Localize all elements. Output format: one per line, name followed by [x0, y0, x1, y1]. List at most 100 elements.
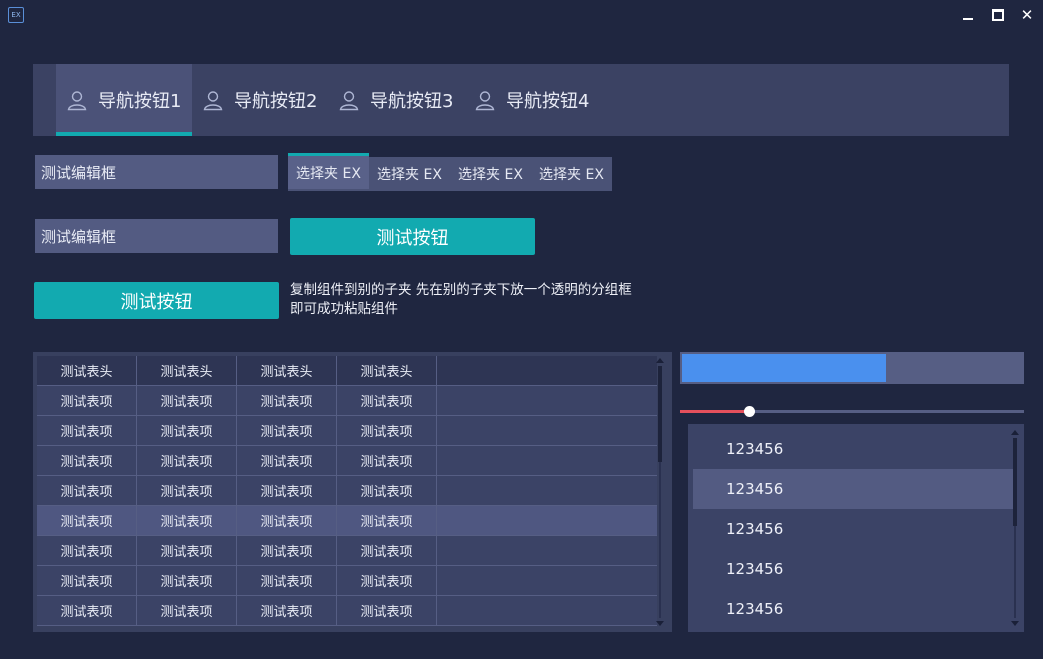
- table-row[interactable]: 测试表项 测试表项 测试表项 测试表项: [37, 536, 657, 566]
- table-cell: 测试表项: [337, 386, 437, 415]
- table-row[interactable]: 测试表项 测试表项 测试表项 测试表项: [37, 596, 657, 626]
- scroll-up-arrow-icon[interactable]: [1011, 430, 1019, 435]
- user-icon: [474, 89, 496, 111]
- table-filler-cell: [437, 386, 657, 415]
- hint-line-1: 复制组件到别的子夹 先在别的子夹下放一个透明的分组框: [290, 282, 632, 298]
- tab-1[interactable]: 选择夹 EX: [288, 153, 369, 189]
- table-cell: 测试表项: [37, 416, 137, 445]
- table-row[interactable]: 测试表项 测试表项 测试表项 测试表项: [37, 416, 657, 446]
- table-cell: 测试表项: [337, 566, 437, 595]
- close-icon[interactable]: ✕: [1018, 6, 1036, 24]
- user-icon: [338, 89, 360, 111]
- table-scrollbar[interactable]: [656, 358, 664, 626]
- table-row[interactable]: 测试表项 测试表项 测试表项 测试表项: [37, 566, 657, 596]
- user-icon: [66, 89, 88, 111]
- list-item[interactable]: 123456: [693, 429, 1016, 469]
- table-header-cell[interactable]: 测试表头: [237, 356, 337, 385]
- tab-3[interactable]: 选择夹 EX: [450, 157, 531, 191]
- scroll-down-arrow-icon[interactable]: [656, 621, 664, 626]
- table-row[interactable]: 测试表项 测试表项 测试表项 测试表项: [37, 506, 657, 536]
- slider[interactable]: [680, 404, 1024, 420]
- table-filler-cell: [437, 596, 657, 625]
- table-header-row[interactable]: 测试表头 测试表头 测试表头 测试表头: [37, 356, 657, 386]
- nav-button-label: 导航按钮4: [506, 91, 590, 112]
- test-list: 123456 123456 123456 123456 123456: [688, 424, 1024, 632]
- test-edit-box-2[interactable]: 测试编辑框: [35, 219, 278, 253]
- table-filler-cell: [437, 416, 657, 445]
- table-cell: 测试表项: [237, 506, 337, 535]
- table-filler-cell: [437, 536, 657, 565]
- table-cell: 测试表项: [37, 446, 137, 475]
- list-item[interactable]: 123456: [693, 549, 1016, 589]
- table-cell: 测试表项: [137, 476, 237, 505]
- nav-button-4[interactable]: 导航按钮4: [464, 64, 600, 136]
- table-cell: 测试表项: [37, 536, 137, 565]
- test-button-1[interactable]: 测试按钮: [290, 218, 535, 255]
- table-filler-cell: [437, 566, 657, 595]
- table-row[interactable]: 测试表项 测试表项 测试表项 测试表项: [37, 446, 657, 476]
- table-body: 测试表头 测试表头 测试表头 测试表头 测试表项 测试表项 测试表项 测试表项 测试表项 测试表项…: [37, 356, 657, 628]
- scroll-up-arrow-icon[interactable]: [656, 358, 664, 363]
- user-icon: [202, 89, 224, 111]
- table-cell: 测试表项: [337, 446, 437, 475]
- nav-button-1[interactable]: 导航按钮1: [56, 64, 192, 136]
- table-cell: 测试表项: [237, 416, 337, 445]
- table-filler-cell: [437, 356, 657, 385]
- table-cell: 测试表项: [37, 596, 137, 625]
- test-button-2[interactable]: 测试按钮: [34, 282, 279, 319]
- scroll-down-arrow-icon[interactable]: [1011, 621, 1019, 626]
- test-table: 测试表头 测试表头 测试表头 测试表头 测试表项 测试表项 测试表项 测试表项 测试表项 测试表项…: [33, 352, 672, 632]
- table-cell: 测试表项: [37, 386, 137, 415]
- table-header-cell[interactable]: 测试表头: [337, 356, 437, 385]
- table-cell: 测试表项: [237, 536, 337, 565]
- table-cell: 测试表项: [237, 386, 337, 415]
- tab-2[interactable]: 选择夹 EX: [369, 157, 450, 191]
- table-cell: 测试表项: [137, 386, 237, 415]
- table-cell: 测试表项: [137, 566, 237, 595]
- scroll-thumb[interactable]: [1013, 438, 1017, 526]
- list-item[interactable]: 123456: [693, 509, 1016, 549]
- list-item[interactable]: 123456: [693, 589, 1016, 629]
- table-cell: 测试表项: [237, 446, 337, 475]
- table-header-cell[interactable]: 测试表头: [137, 356, 237, 385]
- nav-button-3[interactable]: 导航按钮3: [328, 64, 464, 136]
- table-filler-cell: [437, 506, 657, 535]
- table-cell: 测试表项: [37, 566, 137, 595]
- table-cell: 测试表项: [337, 596, 437, 625]
- table-cell: 测试表项: [137, 446, 237, 475]
- table-cell: 测试表项: [37, 476, 137, 505]
- table-cell: 测试表项: [37, 506, 137, 535]
- scroll-thumb[interactable]: [658, 366, 662, 462]
- progress-bar: [680, 352, 1024, 384]
- nav-button-label: 导航按钮3: [370, 91, 454, 112]
- slider-filled-rail: [680, 410, 749, 413]
- table-row[interactable]: 测试表项 测试表项 测试表项 测试表项: [37, 386, 657, 416]
- table-cell: 测试表项: [137, 536, 237, 565]
- test-edit-box-1[interactable]: 测试编辑框: [35, 155, 278, 189]
- table-cell: 测试表项: [137, 506, 237, 535]
- table-cell: 测试表项: [337, 506, 437, 535]
- table-filler-cell: [437, 476, 657, 505]
- tab-selector: 选择夹 EX 选择夹 EX 选择夹 EX 选择夹 EX: [288, 153, 612, 191]
- list-item[interactable]: 123456: [693, 469, 1016, 509]
- main-window: EX ✕ 导航按钮1 导航按钮2 导航按钮3 导航按钮4 测试编辑框 测试编辑框 选择…: [0, 0, 1043, 659]
- maximize-icon[interactable]: [989, 6, 1007, 24]
- list-scrollbar[interactable]: [1011, 430, 1019, 626]
- nav-bar: 导航按钮1 导航按钮2 导航按钮3 导航按钮4: [33, 64, 1009, 136]
- table-cell: 测试表项: [337, 476, 437, 505]
- table-cell: 测试表项: [337, 416, 437, 445]
- table-cell: 测试表项: [237, 566, 337, 595]
- table-cell: 测试表项: [137, 596, 237, 625]
- minimize-icon[interactable]: [959, 6, 977, 24]
- nav-button-2[interactable]: 导航按钮2: [192, 64, 328, 136]
- table-header-cell[interactable]: 测试表头: [37, 356, 137, 385]
- table-row[interactable]: 测试表项 测试表项 测试表项 测试表项: [37, 476, 657, 506]
- slider-knob[interactable]: [744, 406, 755, 417]
- progress-fill: [682, 354, 886, 382]
- tab-4[interactable]: 选择夹 EX: [531, 157, 612, 191]
- table-filler-cell: [437, 446, 657, 475]
- table-cell: 测试表项: [337, 536, 437, 565]
- nav-button-label: 导航按钮1: [98, 91, 182, 112]
- hint-text: 复制组件到别的子夹 先在别的子夹下放一个透明的分组框 即可成功粘贴组件: [290, 281, 670, 319]
- nav-button-label: 导航按钮2: [234, 91, 318, 112]
